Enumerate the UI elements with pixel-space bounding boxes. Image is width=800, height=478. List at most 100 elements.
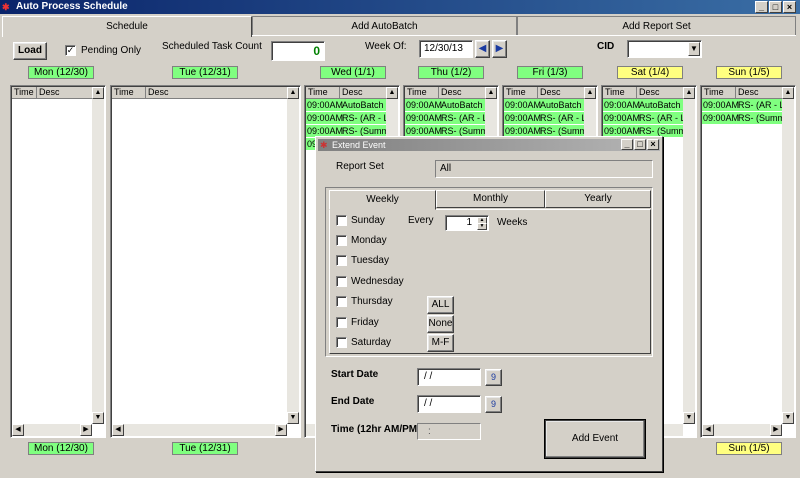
tab-schedule[interactable]: Schedule (2, 16, 252, 37)
maximize-icon[interactable]: □ (634, 139, 646, 150)
chevron-down-icon[interactable]: ▼ (688, 42, 700, 56)
column-header: Time Desc (405, 87, 485, 99)
table-row[interactable]: 09:00AMRS- (AR - La (603, 112, 683, 124)
checkbox-friday[interactable] (336, 317, 347, 328)
column-header: Time Desc (306, 87, 386, 99)
next-week-icon[interactable]: ▶ (492, 40, 507, 58)
table-row[interactable]: 09:00AM AutoBatch (504, 99, 584, 111)
table-row[interactable]: 09:00AMRS- (AR - La (504, 112, 584, 124)
scroll-down-icon[interactable]: ▼ (92, 412, 104, 424)
scroll-left-icon[interactable]: ◀ (12, 424, 24, 436)
tab-monthly[interactable]: Monthly (436, 190, 545, 208)
cid-select[interactable]: ▼ (627, 40, 702, 58)
dialog-title: Extend Event (332, 140, 386, 150)
horizontal-scrollbar[interactable]: ◀ ▶ (702, 424, 782, 436)
row-time: 09:00AM (604, 113, 641, 123)
frequency-group: Weekly Monthly Yearly Sunday Monday Tues… (325, 187, 653, 357)
row-time: 09:00AM (406, 113, 443, 123)
horizontal-scrollbar[interactable]: ◀ ▶ (12, 424, 92, 436)
time-field: : (417, 423, 481, 440)
spin-down-icon[interactable]: ▼ (477, 223, 487, 230)
table-row[interactable]: 09:00AMRS- (AR - La (306, 112, 386, 124)
day-panel-sun[interactable]: TimeDesc 09:00AMRS- (AR - La 09:00AMRS- … (700, 85, 796, 438)
table-row[interactable]: 09:00AM AutoBatch (306, 99, 386, 111)
row-desc: RS- (AR - La (441, 113, 485, 123)
calendar-icon[interactable]: 9 (485, 369, 502, 386)
app-icon: ✱ (2, 2, 10, 12)
select-weekdays-button[interactable]: M-F (427, 334, 454, 352)
scroll-left-icon[interactable]: ◀ (112, 424, 124, 436)
day-header-sat: Sat (1/4) (617, 66, 683, 79)
every-label: Every (408, 215, 434, 226)
column-header: Time Desc (112, 87, 287, 99)
week-of-input[interactable]: 12/30/13 (419, 40, 473, 58)
scroll-down-icon[interactable]: ▼ (287, 412, 299, 424)
table-row[interactable]: 09:00AMRS- (AR - La (702, 99, 782, 111)
vertical-scrollbar[interactable]: ▲▼ (287, 87, 299, 424)
scroll-up-icon[interactable]: ▲ (386, 87, 398, 99)
tab-weekly[interactable]: Weekly (329, 190, 436, 210)
prev-week-icon[interactable]: ◀ (475, 40, 490, 58)
scroll-up-icon[interactable]: ▲ (584, 87, 596, 99)
day-header-mon: Mon (12/30) (28, 66, 94, 79)
every-stepper[interactable]: 1 ▲ ▼ (445, 215, 489, 231)
scroll-right-icon[interactable]: ▶ (275, 424, 287, 436)
day-panel-tue[interactable]: Time Desc ▲ ▼ ◀ ▶ (110, 85, 301, 438)
select-none-button[interactable]: None (427, 315, 454, 333)
day-footer-sun: Sun (1/5) (716, 442, 782, 455)
extend-event-dialog[interactable]: ✱ Extend Event _ □ × Report Set All Week… (315, 136, 663, 472)
table-row[interactable]: 09:00AMRS- (Summa (702, 112, 782, 124)
col-time: Time (702, 87, 736, 99)
select-all-button[interactable]: ALL (427, 296, 454, 314)
scroll-right-icon[interactable]: ▶ (80, 424, 92, 436)
checkbox-saturday[interactable] (336, 337, 347, 348)
checkbox-sunday[interactable] (336, 215, 347, 226)
table-row[interactable]: 09:00AMRS- (AR - La (405, 112, 485, 124)
minimize-icon[interactable]: _ (621, 139, 633, 150)
row-time: 09:00AM (703, 100, 740, 110)
day-footer-mon: Mon (12/30) (28, 442, 94, 455)
maximize-icon[interactable]: □ (769, 1, 782, 13)
end-date-input[interactable]: / / (417, 395, 481, 413)
weekday-label: Saturday (351, 337, 392, 348)
tab-add-autobatch[interactable]: Add AutoBatch (252, 16, 517, 36)
weekday-label: Sunday (351, 215, 385, 226)
scroll-right-icon[interactable]: ▶ (770, 424, 782, 436)
horizontal-scrollbar[interactable]: ◀ ▶ (112, 424, 287, 436)
tab-add-report-set[interactable]: Add Report Set (517, 16, 796, 36)
row-desc: RS- (Summa (738, 113, 782, 123)
scroll-down-icon[interactable]: ▼ (782, 412, 794, 424)
add-event-button[interactable]: Add Event (544, 419, 646, 459)
scroll-up-icon[interactable]: ▲ (287, 87, 299, 99)
scroll-down-icon[interactable]: ▼ (683, 412, 695, 424)
day-panel-mon[interactable]: Time Desc ▲ ▼ ◀ ▶ (10, 85, 106, 438)
tab-label: Schedule (106, 21, 148, 32)
end-date-label: End Date (331, 396, 375, 407)
vertical-scrollbar[interactable]: ▲▼ (782, 87, 794, 424)
scroll-up-icon[interactable]: ▲ (485, 87, 497, 99)
vertical-scrollbar[interactable]: ▲▼ (683, 87, 695, 424)
scroll-up-icon[interactable]: ▲ (92, 87, 104, 99)
close-icon[interactable]: × (647, 139, 659, 150)
pending-only-checkbox[interactable]: ✓ (65, 45, 76, 56)
close-icon[interactable]: × (783, 1, 796, 13)
table-row[interactable]: 09:00AM AutoBatch (405, 99, 485, 111)
calendar-icon[interactable]: 9 (485, 396, 502, 413)
minimize-icon[interactable]: _ (755, 1, 768, 13)
table-row[interactable]: 09:00AM AutoBatch (603, 99, 683, 111)
checkbox-monday[interactable] (336, 235, 347, 246)
vertical-scrollbar[interactable]: ▲▼ (92, 87, 104, 424)
checkbox-thursday[interactable] (336, 296, 347, 307)
col-time: Time (306, 87, 340, 99)
task-count-label: Scheduled Task Count (162, 41, 262, 52)
start-date-input[interactable]: / / (417, 368, 481, 386)
row-desc: RS- (AR - La (540, 113, 584, 123)
checkbox-wednesday[interactable] (336, 276, 347, 287)
scroll-left-icon[interactable]: ◀ (702, 424, 714, 436)
col-desc: Desc (342, 87, 363, 97)
scroll-up-icon[interactable]: ▲ (782, 87, 794, 99)
scroll-up-icon[interactable]: ▲ (683, 87, 695, 99)
checkbox-tuesday[interactable] (336, 255, 347, 266)
load-button[interactable]: Load (13, 42, 47, 60)
tab-yearly[interactable]: Yearly (545, 190, 651, 208)
